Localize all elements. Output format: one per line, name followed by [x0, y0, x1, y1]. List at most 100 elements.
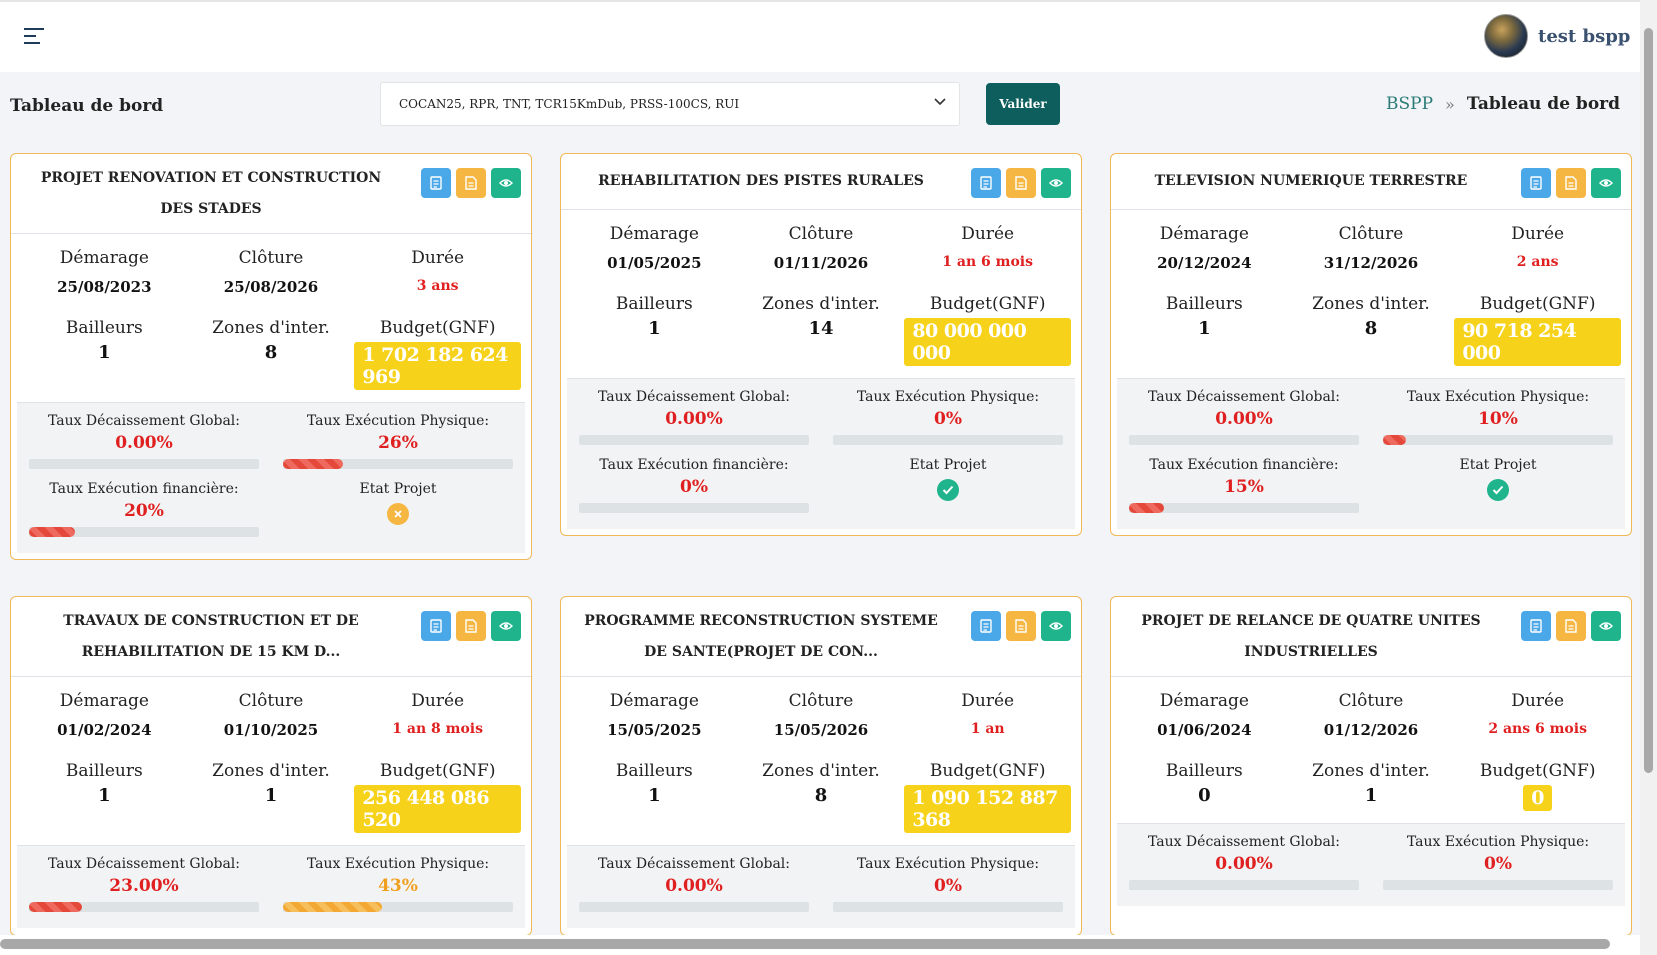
project-card: TRAVAUX DE CONSTRUCTION ET DE REHABILITA…	[10, 596, 532, 936]
execution-financiere-value: 15%	[1224, 477, 1264, 497]
budget-label: Budget(GNF)	[929, 294, 1046, 314]
document-icon[interactable]	[1556, 168, 1586, 198]
list-icon[interactable]	[1521, 168, 1551, 198]
start-date: 01/06/2024	[1157, 721, 1252, 739]
username[interactable]: test bspp	[1538, 26, 1630, 47]
card-header: PROJET RENOVATION ET CONSTRUCTION DES ST…	[11, 154, 531, 234]
execution-physique-value: 0%	[934, 409, 962, 429]
bailleurs-count: 1	[648, 785, 661, 806]
bailleurs-label: Bailleurs	[65, 761, 143, 781]
execution-physique-label: Taux Exécution Physique:	[1406, 834, 1590, 850]
zones-label: Zones d'inter.	[762, 761, 880, 781]
budget-badge: 1 702 182 624 969	[354, 342, 521, 390]
execution-physique-label: Taux Exécution Physique:	[1406, 389, 1590, 405]
horizontal-scroll-thumb[interactable]	[0, 939, 1610, 949]
eye-icon[interactable]	[491, 168, 521, 198]
decaissement-value: 0.00%	[665, 876, 723, 896]
eye-icon[interactable]	[491, 611, 521, 641]
cloture-label: Clôture	[788, 691, 854, 711]
card-header: TELEVISION NUMERIQUE TERRESTRE	[1111, 154, 1631, 210]
decaissement-label: Taux Décaissement Global:	[1147, 389, 1341, 405]
demarrage-label: Démarage	[59, 691, 149, 711]
decaissement-stat: Taux Décaissement Global: 0.00%	[1129, 389, 1359, 457]
list-icon[interactable]	[971, 611, 1001, 641]
decaissement-label: Taux Décaissement Global:	[47, 413, 241, 429]
decaissement-progress-bar	[1129, 435, 1359, 445]
decaissement-stat: Taux Décaissement Global: 0.00%	[1129, 834, 1359, 902]
project-card: PROJET DE RELANCE DE QUATRE UNITES INDUS…	[1110, 596, 1632, 936]
x-circle-icon	[387, 503, 409, 525]
list-icon[interactable]	[1521, 611, 1551, 641]
dates-grid: Démarage Clôture Durée 25/08/2023 25/08/2026…	[11, 234, 531, 296]
decaissement-progress-bar	[29, 902, 259, 912]
figures-grid: Bailleurs Zones d'inter. Budget(GNF) 0 1 0	[1111, 739, 1631, 819]
execution-physique-value: 43%	[378, 876, 418, 896]
execution-physique-progress-bar	[833, 902, 1063, 912]
decaissement-label: Taux Décaissement Global:	[597, 389, 791, 405]
stats-panel: Taux Décaissement Global: 0.00% Taux Exécu…	[17, 402, 525, 553]
execution-physique-stat: Taux Exécution Physique: 0%	[1383, 834, 1613, 902]
decaissement-stat: Taux Décaissement Global: 0.00%	[29, 413, 259, 481]
duree-label: Durée	[961, 224, 1015, 244]
cloture-label: Clôture	[238, 248, 304, 268]
decaissement-value: 0.00%	[1215, 409, 1273, 429]
eye-icon[interactable]	[1591, 168, 1621, 198]
stats-panel: Taux Décaissement Global: 23.00% Taux Exéc…	[17, 845, 525, 928]
eye-icon[interactable]	[1041, 611, 1071, 641]
execution-financiere-stat: Taux Exécution financière: 15%	[1129, 457, 1359, 525]
duration: 1 an	[970, 721, 1005, 737]
budget-label: Budget(GNF)	[379, 318, 496, 338]
card-actions	[971, 611, 1071, 641]
vertical-scroll-thumb[interactable]	[1644, 28, 1653, 773]
project-card: PROGRAMME RECONSTRUCTION SYSTEME DE SANT…	[560, 596, 1082, 936]
etat-projet-stat: Etat Projet	[833, 457, 1063, 525]
card-header: PROGRAMME RECONSTRUCTION SYSTEME DE SANT…	[561, 597, 1081, 677]
user-menu[interactable]: test bspp	[1484, 14, 1630, 58]
etat-projet-label: Etat Projet	[359, 481, 437, 497]
dates-grid: Démarage Clôture Durée 01/06/2024 01/12/2026…	[1111, 677, 1631, 739]
check-circle-icon	[937, 479, 959, 501]
zones-label: Zones d'inter.	[762, 294, 880, 314]
zones-count: 8	[814, 785, 828, 806]
eye-icon[interactable]	[1591, 611, 1621, 641]
document-icon[interactable]	[456, 168, 486, 198]
stats-panel: Taux Décaissement Global: 0.00% Taux Exécu…	[1117, 823, 1625, 906]
list-icon[interactable]	[971, 168, 1001, 198]
etat-projet-label: Etat Projet	[909, 457, 987, 473]
execution-financiere-progress-fill	[1129, 503, 1164, 513]
card-header: TRAVAUX DE CONSTRUCTION ET DE REHABILITA…	[11, 597, 531, 677]
execution-physique-stat: Taux Exécution Physique: 0%	[833, 856, 1063, 924]
valider-button[interactable]: Valider	[986, 83, 1060, 125]
document-icon[interactable]	[456, 611, 486, 641]
execution-physique-value: 0%	[934, 876, 962, 896]
duree-label: Durée	[411, 691, 465, 711]
decaissement-value: 0.00%	[665, 409, 723, 429]
eye-icon[interactable]	[1041, 168, 1071, 198]
vertical-scrollbar[interactable]	[1640, 0, 1657, 955]
list-icon[interactable]	[421, 168, 451, 198]
breadcrumb-root[interactable]: BSPP	[1386, 94, 1433, 114]
document-icon[interactable]	[1006, 611, 1036, 641]
document-icon[interactable]	[1556, 611, 1586, 641]
start-date: 01/05/2025	[607, 254, 702, 272]
decaissement-progress-bar	[29, 459, 259, 469]
chevron-down-icon	[934, 98, 946, 106]
execution-physique-stat: Taux Exécution Physique: 26%	[283, 413, 513, 481]
avatar[interactable]	[1484, 14, 1528, 58]
budget-badge: 256 448 086 520	[354, 785, 521, 833]
bailleurs-count: 1	[98, 342, 111, 363]
horizontal-scrollbar[interactable]	[0, 935, 1640, 955]
bailleurs-label: Bailleurs	[1165, 761, 1243, 781]
duration: 3 ans	[416, 278, 459, 294]
project-select[interactable]: COCAN25, RPR, TNT, TCR15KmDub, PRSS-100C…	[380, 82, 960, 126]
execution-physique-progress-bar	[833, 435, 1063, 445]
project-select-value: COCAN25, RPR, TNT, TCR15KmDub, PRSS-100C…	[399, 97, 740, 111]
execution-physique-stat: Taux Exécution Physique: 10%	[1383, 389, 1613, 457]
menu-toggle-icon[interactable]	[24, 28, 44, 46]
etat-projet-stat: Etat Projet	[283, 481, 513, 549]
decaissement-label: Taux Décaissement Global:	[597, 856, 791, 872]
zones-label: Zones d'inter.	[212, 761, 330, 781]
list-icon[interactable]	[421, 611, 451, 641]
document-icon[interactable]	[1006, 168, 1036, 198]
stats-panel: Taux Décaissement Global: 0.00% Taux Exécu…	[567, 378, 1075, 529]
